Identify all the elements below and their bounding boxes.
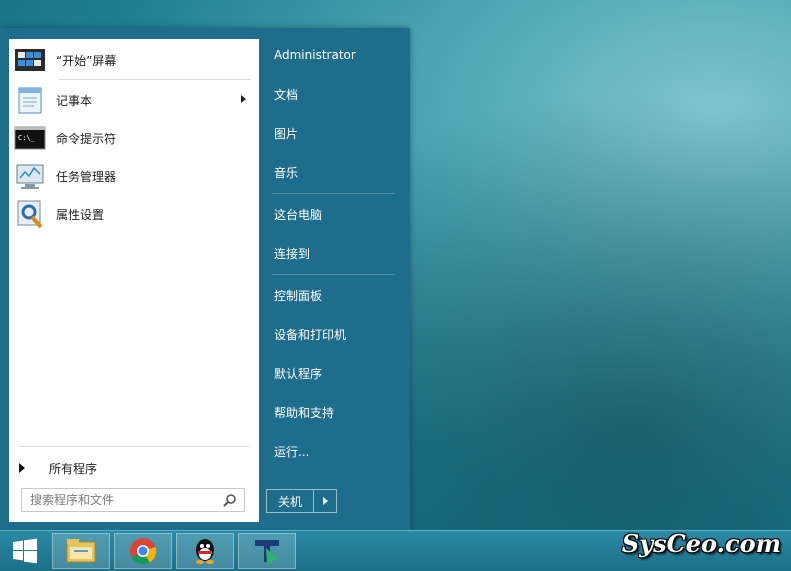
right-item-connect-to[interactable]: 连接到 <box>266 238 401 268</box>
program-item-notepad[interactable]: 记事本 <box>12 82 256 118</box>
app-icon <box>255 540 279 564</box>
right-item-default-programs[interactable]: 默认程序 <box>266 358 401 388</box>
program-item-cmd[interactable]: C:\_ 命令提示符 <box>12 120 256 156</box>
taskbar-app[interactable] <box>238 533 296 569</box>
search-box[interactable] <box>21 488 245 512</box>
start-button[interactable] <box>0 531 50 571</box>
search-input[interactable] <box>30 493 220 507</box>
program-label: 属性设置 <box>56 207 105 222</box>
right-item-devices-printers[interactable]: 设备和打印机 <box>266 319 401 349</box>
right-item-help-support[interactable]: 帮助和支持 <box>266 397 401 427</box>
shutdown-control: 关机 <box>266 489 337 513</box>
submenu-arrow-icon[interactable] <box>241 95 246 103</box>
svg-text:C:\_: C:\_ <box>18 134 36 142</box>
right-item-music[interactable]: 音乐 <box>266 157 401 187</box>
program-item-start-screen[interactable]: “开始”屏幕 <box>12 42 256 78</box>
shutdown-options-button[interactable] <box>314 490 336 512</box>
start-screen-icon <box>14 44 46 76</box>
right-item-user[interactable]: Administrator <box>266 40 401 70</box>
program-item-task-manager[interactable]: 任务管理器 <box>12 158 256 194</box>
qq-icon <box>196 539 214 564</box>
watermark: SysCeo.com <box>621 529 781 558</box>
task-manager-icon <box>14 160 46 192</box>
all-programs-button[interactable]: 所有程序 <box>9 453 259 483</box>
search-icon[interactable] <box>223 493 237 507</box>
chrome-icon <box>130 538 157 565</box>
triangle-right-icon <box>19 463 25 473</box>
notepad-icon <box>14 84 46 116</box>
separator <box>272 274 395 275</box>
all-programs-label: 所有程序 <box>49 461 98 476</box>
right-item-run[interactable]: 运行... <box>266 436 401 466</box>
taskbar-chrome[interactable] <box>114 533 172 569</box>
program-label: 命令提示符 <box>56 131 117 146</box>
program-item-settings[interactable]: 属性设置 <box>12 196 256 232</box>
start-menu: “开始”屏幕 记事本 C:\_ 命令提示符 任务管理器 属性设置 所有程序 搜索… <box>0 28 410 530</box>
right-item-this-pc[interactable]: 这台电脑 <box>266 199 401 229</box>
right-item-pictures[interactable]: 图片 <box>266 118 401 148</box>
file-explorer-icon <box>66 539 96 563</box>
separator <box>19 446 249 447</box>
right-item-control-panel[interactable]: 控制面板 <box>266 280 401 310</box>
cmd-icon: C:\_ <box>14 122 46 154</box>
program-label: “开始”屏幕 <box>56 53 117 68</box>
program-label: 记事本 <box>56 93 93 108</box>
separator <box>272 193 395 194</box>
taskbar-qq[interactable] <box>176 533 234 569</box>
taskbar-file-explorer[interactable] <box>52 533 110 569</box>
program-list-pane: “开始”屏幕 记事本 C:\_ 命令提示符 任务管理器 属性设置 所有程序 搜索… <box>9 39 259 522</box>
separator <box>59 79 251 80</box>
settings-icon <box>14 198 46 230</box>
chevron-right-icon <box>322 497 328 505</box>
windows-logo-icon <box>13 538 37 564</box>
program-label: 任务管理器 <box>56 169 117 184</box>
right-item-documents[interactable]: 文档 <box>266 79 401 109</box>
shutdown-button[interactable]: 关机 <box>267 490 314 512</box>
